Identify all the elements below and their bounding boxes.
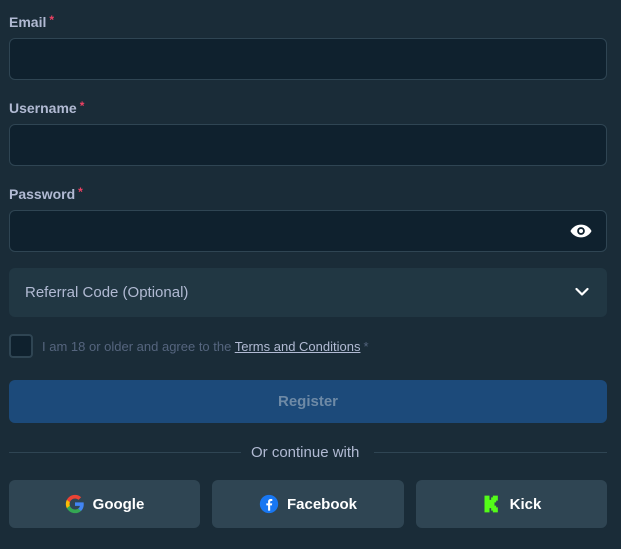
email-field-wrapper — [9, 38, 607, 80]
email-field[interactable] — [10, 39, 606, 79]
username-field[interactable] — [10, 125, 606, 165]
email-label: Email * — [9, 13, 55, 30]
required-mark: * — [363, 339, 369, 354]
divider-text: Or continue with — [251, 444, 360, 461]
username-label: Username * — [9, 99, 85, 116]
required-mark: * — [49, 13, 55, 27]
required-mark: * — [78, 185, 83, 199]
kick-icon — [484, 495, 498, 513]
google-icon — [65, 494, 84, 514]
referral-code-label: Referral Code (Optional) — [25, 284, 189, 301]
register-button[interactable]: Register — [9, 380, 607, 423]
divider-line — [374, 452, 607, 453]
eye-icon[interactable] — [570, 223, 592, 239]
terms-checkbox[interactable] — [9, 334, 33, 358]
facebook-icon — [259, 494, 279, 514]
google-login-button[interactable]: Google — [9, 480, 200, 528]
facebook-label: Facebook — [286, 495, 358, 513]
chevron-down-icon — [575, 287, 589, 296]
required-mark: * — [79, 99, 85, 113]
kick-login-button[interactable]: Kick — [416, 480, 607, 528]
password-field[interactable] — [10, 211, 606, 251]
password-label: Password * — [9, 185, 83, 202]
referral-code-toggle[interactable]: Referral Code (Optional) — [9, 268, 607, 317]
social-divider: Or continue with — [9, 444, 607, 462]
facebook-login-button[interactable]: Facebook — [212, 480, 404, 528]
terms-link[interactable]: Terms and Conditions — [235, 339, 361, 354]
google-label: Google — [92, 495, 145, 513]
divider-line — [9, 452, 241, 453]
kick-label: Kick — [509, 495, 542, 513]
terms-agreement-text: I am 18 or older and agree to the Terms … — [42, 339, 369, 354]
username-field-wrapper — [9, 124, 607, 166]
password-field-wrapper — [9, 210, 607, 252]
